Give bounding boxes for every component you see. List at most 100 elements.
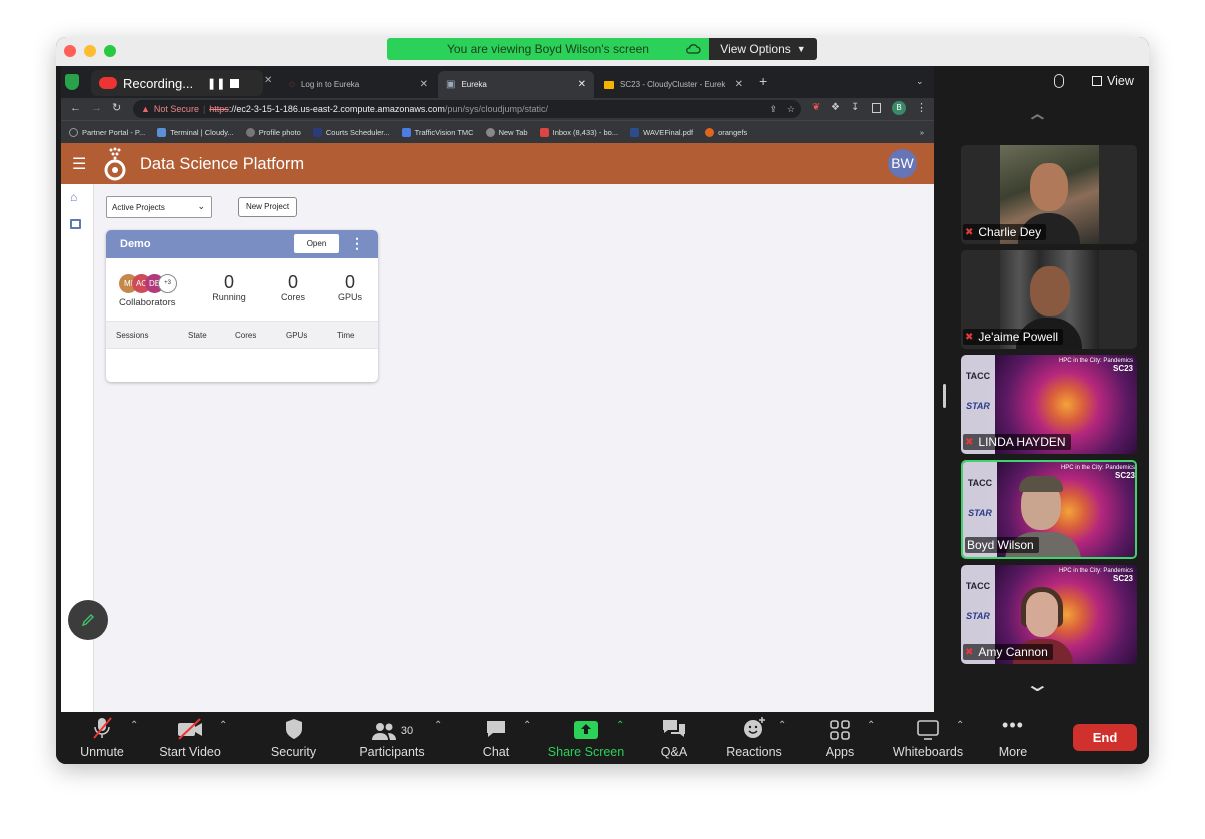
tab-close-icon[interactable]: ✕	[420, 79, 428, 90]
participant-tile[interactable]: ✖ Charlie Dey	[961, 145, 1137, 244]
share-screen-button[interactable]: Share Screen	[546, 712, 626, 764]
share-icon[interactable]: ⇪	[769, 104, 777, 115]
app-content: ⌂ Active Projects ⌄ New Project Demo Ope…	[61, 184, 934, 712]
participant-name: Boyd Wilson	[967, 538, 1034, 552]
participants-count: 30	[400, 725, 414, 737]
unmute-button[interactable]: Unmute	[76, 712, 128, 764]
mic-muted-icon: ✖	[965, 646, 974, 658]
tab-close-icon[interactable]: ✕	[264, 75, 272, 86]
hamburger-menu-icon[interactable]: ☰	[72, 154, 86, 174]
chat-button[interactable]: Chat	[476, 712, 516, 764]
bookmark-item[interactable]: orangefs	[705, 127, 747, 137]
more-button[interactable]: ••• More	[993, 712, 1033, 764]
zoom-window: You are viewing Boyd Wilson's screen Vie…	[56, 37, 1149, 764]
gallery-resize-handle[interactable]	[943, 384, 946, 408]
participant-name-tag: ✖ Amy Cannon	[963, 644, 1053, 660]
sidebar-icon[interactable]	[872, 103, 881, 113]
project-menu-icon[interactable]: ⋮	[350, 235, 364, 252]
share-caret-icon[interactable]: ⌃	[616, 720, 624, 731]
project-filter-select[interactable]: Active Projects ⌄	[106, 196, 212, 218]
tab-close-icon[interactable]: ✕	[578, 79, 586, 90]
new-tab-icon[interactable]: +	[759, 73, 767, 89]
menu-kebab-icon[interactable]: ⋮	[916, 101, 927, 114]
close-window-button[interactable]	[64, 45, 76, 57]
participant-name-tag: ✖ Charlie Dey	[963, 224, 1047, 240]
participant-tile[interactable]: TACC STAR HPC in the City: Pandemics SC23 …	[961, 565, 1137, 664]
view-label: View	[1107, 74, 1134, 88]
extensions-icon[interactable]: ❖	[831, 102, 840, 113]
pause-icon[interactable]: ❚❚	[207, 77, 225, 90]
column-header: State	[188, 331, 207, 340]
video-options-caret-icon[interactable]: ⌃	[219, 720, 227, 731]
audio-options-caret-icon[interactable]: ⌃	[130, 720, 138, 731]
chat-caret-icon[interactable]: ⌃	[523, 720, 531, 731]
reactions-caret-icon[interactable]: ⌃	[778, 720, 786, 731]
home-icon[interactable]: ⌂	[70, 190, 77, 204]
apps-caret-icon[interactable]: ⌃	[867, 720, 875, 731]
apps-button[interactable]: Apps	[820, 712, 860, 764]
tab-close-icon[interactable]: ✕	[735, 79, 743, 90]
participants-button[interactable]: 30 Participants	[356, 712, 428, 764]
background-caption: HPC in the City: Pandemics SC23	[1061, 465, 1135, 480]
participant-tile[interactable]: ✖ Je'aime Powell	[961, 250, 1137, 349]
app-header: ☰ Data Science Platform BW	[61, 143, 934, 184]
bookmark-item[interactable]: Terminal | Cloudy...	[157, 127, 234, 137]
user-avatar[interactable]: BW	[888, 149, 917, 178]
url-field[interactable]: ▲ Not Secure | https://ec2-3-15-1-186.us…	[133, 100, 801, 118]
tab-login-eureka[interactable]: ◌ Log in to Eureka ✕	[281, 71, 436, 98]
new-project-label: New Project	[245, 202, 290, 211]
qa-button[interactable]: Q&A	[656, 712, 692, 764]
project-filter-value: Active Projects	[112, 203, 165, 212]
tab-sc23-cloudycluster[interactable]: SC23 - CloudyCluster - Eureka ✕	[596, 71, 751, 98]
whiteboards-button[interactable]: Whiteboards	[890, 712, 966, 764]
back-icon[interactable]: ←	[70, 102, 81, 114]
open-project-button[interactable]: Open	[294, 234, 339, 253]
chat-label: Chat	[482, 745, 510, 759]
view-options-button[interactable]: View Options ▼	[709, 38, 817, 60]
reactions-button[interactable]: Reactions	[722, 712, 786, 764]
stat-label: Running	[212, 292, 246, 302]
participants-caret-icon[interactable]: ⌃	[434, 720, 442, 731]
chevron-down-icon: ▼	[796, 44, 806, 54]
mic-muted-icon: ✖	[965, 331, 974, 343]
column-header: GPUs	[286, 331, 308, 340]
bookmark-item[interactable]: TrafficVision TMC	[401, 127, 474, 137]
scroll-up-icon[interactable]: ⌃	[1024, 110, 1051, 135]
maximize-window-button[interactable]	[104, 45, 116, 57]
bookmarks-overflow-icon[interactable]: »	[920, 128, 924, 137]
bookmark-star-icon[interactable]: ☆	[787, 104, 795, 115]
forward-icon[interactable]: →	[91, 102, 102, 114]
reload-icon[interactable]: ↻	[112, 101, 121, 114]
end-meeting-button[interactable]: End	[1073, 724, 1137, 751]
bookmark-item[interactable]: Inbox (8,433) - bo...	[539, 127, 618, 137]
minimize-window-button[interactable]	[84, 45, 96, 57]
bookmark-item[interactable]: WAVEFinal.pdf	[630, 127, 693, 137]
dashboard-icon[interactable]	[70, 219, 81, 229]
bookmark-item[interactable]: Courts Scheduler...	[312, 127, 390, 137]
extension-pin-icon[interactable]: ❦	[812, 102, 820, 113]
bookmark-item[interactable]: New Tab	[485, 127, 528, 137]
sessions-header-row: Sessions State Cores GPUs Time	[106, 321, 378, 349]
scroll-down-icon[interactable]: ⌄	[1024, 672, 1051, 697]
tab-list-chevron-icon[interactable]: ⌄	[916, 76, 924, 87]
security-button[interactable]: Security	[266, 712, 321, 764]
participant-tile-active-speaker[interactable]: TACC STAR HPC in the City: Pandemics SC23 …	[961, 460, 1137, 559]
bookmark-label: Terminal | Cloudy...	[170, 127, 234, 137]
profile-avatar[interactable]: B	[892, 101, 906, 115]
raise-hand-icon[interactable]	[1054, 74, 1064, 88]
new-project-button[interactable]: New Project	[238, 197, 297, 217]
view-button[interactable]: View	[1092, 74, 1134, 88]
column-header: Sessions	[116, 331, 149, 340]
url-scheme: https	[209, 104, 229, 114]
whiteboards-caret-icon[interactable]: ⌃	[956, 720, 964, 731]
bookmark-item[interactable]: Partner Portal - P...	[69, 127, 145, 137]
participant-tile[interactable]: TACC STAR HPC in the City: Pandemics SC23 …	[961, 355, 1137, 454]
tab-eureka[interactable]: ▣ Eureka ✕	[438, 71, 594, 98]
download-icon[interactable]: ↧	[851, 102, 859, 113]
avatar-more-count: +3	[158, 274, 177, 293]
bookmark-item[interactable]: Profile photo	[245, 127, 301, 137]
start-video-button[interactable]: Start Video	[156, 712, 224, 764]
apps-label: Apps	[825, 745, 855, 759]
annotate-pencil-button[interactable]	[68, 600, 108, 640]
stop-icon[interactable]	[230, 78, 239, 88]
